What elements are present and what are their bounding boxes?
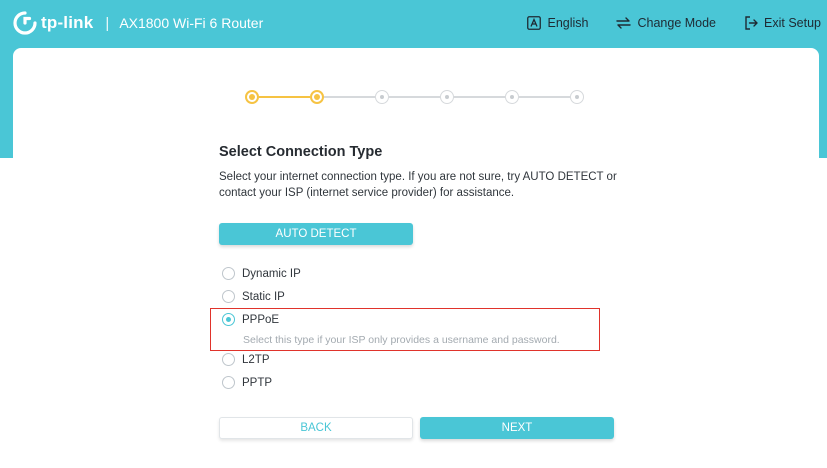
step-dot-6 — [570, 90, 584, 104]
page-description: Select your internet connection type. If… — [219, 171, 617, 199]
step-dot-1 — [245, 90, 259, 104]
step-dot-3 — [375, 90, 389, 104]
option-pptp[interactable]: PPTP — [222, 376, 272, 389]
back-button[interactable]: BACK — [219, 417, 413, 439]
step-dot-4 — [440, 90, 454, 104]
tp-link-logo-icon — [13, 11, 37, 35]
progress-stepper — [240, 89, 590, 105]
app-header: tp-link | AX1800 Wi-Fi 6 Router English … — [0, 0, 827, 46]
radio-pptp[interactable] — [222, 376, 235, 389]
option-label: Static IP — [242, 290, 285, 303]
option-label: Dynamic IP — [242, 267, 301, 280]
option-label: L2TP — [242, 353, 270, 366]
radio-l2tp[interactable] — [222, 353, 235, 366]
language-icon — [527, 16, 542, 30]
step-dot-5 — [505, 90, 519, 104]
page-title: Select Connection Type — [219, 144, 383, 160]
header-separator: | — [105, 14, 110, 32]
tp-link-logo: tp-link — [13, 11, 93, 35]
product-name: AX1800 Wi-Fi 6 Router — [119, 15, 264, 31]
option-dynamic-ip[interactable]: Dynamic IP — [222, 267, 301, 280]
option-l2tp[interactable]: L2TP — [222, 353, 270, 366]
brand-name: tp-link — [41, 13, 94, 32]
radio-static-ip[interactable] — [222, 290, 235, 303]
change-mode-button[interactable]: Change Mode — [616, 16, 716, 30]
exit-setup-button[interactable]: Exit Setup — [744, 16, 821, 30]
setup-card — [13, 48, 819, 468]
option-label: PPTP — [242, 376, 273, 389]
language-button[interactable]: English — [527, 16, 588, 30]
step-dot-2 — [310, 90, 324, 104]
option-static-ip[interactable]: Static IP — [222, 290, 285, 303]
next-button[interactable]: NEXT — [420, 417, 614, 439]
pppoe-highlight-box — [210, 308, 600, 351]
step-connector — [324, 96, 375, 98]
exit-setup-label: Exit Setup — [764, 16, 821, 30]
step-connector — [259, 96, 310, 98]
auto-detect-button[interactable]: AUTO DETECT — [219, 223, 413, 245]
language-label: English — [547, 16, 589, 30]
exit-icon — [745, 16, 758, 30]
change-mode-icon — [616, 17, 632, 29]
step-connector — [389, 96, 440, 98]
step-connector — [519, 96, 570, 98]
change-mode-label: Change Mode — [637, 16, 717, 30]
header-actions: English Change Mode Exit Setup — [499, 0, 821, 46]
step-connector — [454, 96, 505, 98]
radio-dynamic-ip[interactable] — [222, 267, 235, 280]
